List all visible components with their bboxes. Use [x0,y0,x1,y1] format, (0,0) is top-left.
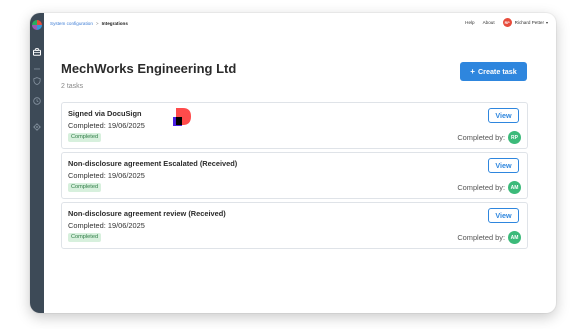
status-badge: Completed [68,233,102,242]
view-button[interactable]: View [488,208,519,223]
breadcrumb-current: Integrations [101,21,128,26]
task-completed-date: Completed: 19/06/2025 [68,171,145,180]
completed-by-label: Completed by: [457,133,505,142]
task-title: Non-disclosure agreement Escalated (Rece… [68,159,238,168]
breadcrumb-separator: > [95,21,99,26]
assignee-avatar: RP [508,131,521,144]
breadcrumb-parent-link[interactable]: System configuration [50,21,93,26]
user-avatar[interactable]: RP [502,18,512,27]
task-card: Non-disclosure agreement review (Receive… [61,202,528,249]
shield-icon[interactable] [33,77,41,85]
page-title: MechWorks Engineering Ltd [61,61,237,76]
app-logo-icon[interactable] [32,20,42,30]
completed-by-label: Completed by: [457,183,505,192]
app-window: System configuration > Integrations Help A… [30,13,556,313]
sidebar [30,13,44,313]
help-link[interactable]: Help [465,20,474,25]
user-menu[interactable]: Richard Petter [515,20,544,25]
completed-by: Completed by: AM [457,231,521,244]
briefcase-icon[interactable] [33,48,41,56]
task-title: Non-disclosure agreement review (Receive… [68,209,226,218]
top-bar: System configuration > Integrations Help A… [44,13,556,34]
task-completed-date: Completed: 19/06/2025 [68,221,145,230]
completed-by-label: Completed by: [457,233,505,242]
assignee-avatar: AM [508,181,521,194]
completed-by: Completed by: AM [457,181,521,194]
gear-icon[interactable] [33,123,41,131]
task-card: Signed via DocuSign Completed: 19/06/202… [61,102,528,149]
dots-icon[interactable] [34,67,40,71]
task-card: Non-disclosure agreement Escalated (Rece… [61,152,528,199]
task-title: Signed via DocuSign [68,109,142,118]
create-task-button[interactable]: + Create task [460,62,527,81]
plus-icon: + [470,67,475,76]
breadcrumb: System configuration > Integrations [50,21,128,26]
task-count: 2 tasks [61,83,84,90]
docusign-logo-icon [173,108,191,126]
assignee-avatar: AM [508,231,521,244]
clock-icon[interactable] [33,97,41,105]
status-badge: Completed [68,183,102,192]
task-completed-date: Completed: 19/06/2025 [68,121,145,130]
status-badge: Completed [68,133,102,142]
completed-by: Completed by: RP [457,131,521,144]
view-button[interactable]: View [488,158,519,173]
top-links: Help About RP Richard Petter ▾ [465,18,548,27]
view-button[interactable]: View [488,108,519,123]
about-link[interactable]: About [483,20,495,25]
create-task-label: Create task [477,67,517,76]
chevron-down-icon[interactable]: ▾ [546,20,548,25]
